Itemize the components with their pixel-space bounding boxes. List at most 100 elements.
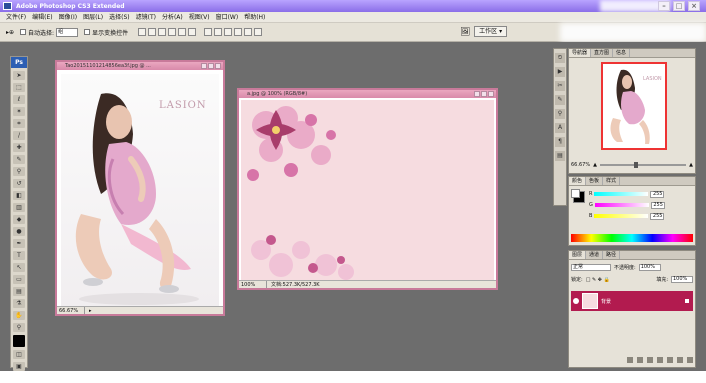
color-swatches-icon[interactable]	[13, 335, 25, 347]
green-slider[interactable]	[594, 203, 649, 207]
red-slider[interactable]	[594, 192, 649, 196]
close-button[interactable]: ×	[688, 1, 700, 11]
adjustment-layer-icon[interactable]	[657, 357, 663, 363]
screen-mode-icon[interactable]: ▣	[13, 362, 25, 371]
foreground-color-swatch[interactable]	[571, 189, 580, 198]
healing-brush-icon[interactable]: ✚	[13, 143, 25, 152]
menu-layer[interactable]: 图层(L)	[83, 12, 103, 22]
minimize-button[interactable]	[201, 63, 207, 69]
document-size-info[interactable]: 文档:527.3K/527.3K	[267, 281, 320, 288]
minimize-button[interactable]	[474, 91, 480, 97]
maximize-button[interactable]	[481, 91, 487, 97]
menu-window[interactable]: 窗口(W)	[216, 12, 239, 22]
menu-image[interactable]: 图像(I)	[59, 12, 77, 22]
delete-layer-icon[interactable]	[687, 357, 693, 363]
tab-layers[interactable]: 图层	[569, 251, 587, 259]
tab-channels[interactable]: 通道	[586, 251, 604, 259]
slice-tool-icon[interactable]: /	[13, 131, 25, 140]
align-middle-icon[interactable]	[148, 28, 157, 36]
lasso-tool-icon[interactable]: ℓ	[13, 95, 25, 104]
paragraph-icon[interactable]: ¶	[555, 137, 565, 147]
close-button[interactable]	[488, 91, 494, 97]
blue-slider[interactable]	[594, 214, 649, 218]
auto-select-checkbox[interactable]	[20, 29, 27, 35]
clone-source-icon[interactable]: ⚲	[555, 109, 565, 119]
minimize-button[interactable]: –	[658, 1, 670, 11]
menu-filter[interactable]: 滤镜(T)	[136, 12, 156, 22]
tool-presets-icon[interactable]: ✂	[555, 81, 565, 91]
align-top-icon[interactable]	[138, 28, 147, 36]
history-brush-icon[interactable]: ↺	[13, 179, 25, 188]
menu-analysis[interactable]: 分析(A)	[162, 12, 183, 22]
crop-tool-icon[interactable]: ⌗	[13, 119, 25, 128]
move-tool-icon[interactable]: ▸⊕	[6, 29, 14, 36]
eraser-tool-icon[interactable]: ◧	[13, 191, 25, 200]
photo-canvas[interactable]: LASION	[61, 74, 219, 306]
dodge-tool-icon[interactable]: ●	[13, 227, 25, 236]
opacity-input[interactable]: 100%	[638, 264, 661, 271]
zoom-out-icon[interactable]: ▲	[593, 162, 597, 168]
layer-style-icon[interactable]	[637, 357, 643, 363]
magic-wand-tool-icon[interactable]: ✶	[13, 107, 25, 116]
notes-tool-icon[interactable]: ▤	[13, 287, 25, 296]
quick-mask-icon[interactable]: ◫	[13, 350, 25, 359]
blend-mode-dropdown[interactable]: 正常	[571, 264, 611, 271]
eye-icon[interactable]	[573, 298, 579, 304]
lock-icons[interactable]: □ ✎ ✥ 🔒	[586, 277, 610, 283]
maximize-button[interactable]	[208, 63, 214, 69]
maximize-button[interactable]: □	[673, 1, 685, 11]
eyedropper-tool-icon[interactable]: ⚗	[13, 299, 25, 308]
new-layer-icon[interactable]	[677, 357, 683, 363]
show-transform-checkbox[interactable]	[84, 29, 91, 35]
history-icon[interactable]: ⏲	[555, 53, 565, 63]
menu-file[interactable]: 文件(F)	[6, 12, 26, 22]
tab-swatches[interactable]: 色板	[586, 177, 604, 185]
navigator-zoom[interactable]: 66.67%	[571, 162, 590, 168]
character-icon[interactable]: A	[555, 123, 565, 133]
zoom-in-icon[interactable]: ▲	[689, 162, 693, 168]
layer-comps-icon[interactable]: ▤	[555, 151, 565, 161]
blur-tool-icon[interactable]: ◆	[13, 215, 25, 224]
workspace-dropdown[interactable]: 工作区 ▾	[474, 26, 508, 37]
blue-value[interactable]: 255	[650, 212, 665, 220]
tab-histogram[interactable]: 直方图	[591, 49, 614, 57]
brushes-icon[interactable]: ✎	[555, 95, 565, 105]
align-left-icon[interactable]	[168, 28, 177, 36]
marquee-tool-icon[interactable]: ⬚	[13, 83, 25, 92]
red-value[interactable]: 255	[650, 190, 665, 198]
document-window-background[interactable]: a.jpg @ 100% (RGB/8#) 100% 文档:527.3K/527…	[237, 88, 498, 290]
distribute-bottom-icon[interactable]	[224, 28, 233, 36]
hand-tool-icon[interactable]: ✋	[13, 311, 25, 320]
bridge-icon[interactable]: 🖼	[460, 27, 470, 36]
zoom-level[interactable]: 66.67%	[57, 307, 85, 314]
move-tool-icon[interactable]: ➤	[13, 71, 25, 80]
floral-canvas[interactable]	[241, 100, 494, 282]
distribute-middle-icon[interactable]	[214, 28, 223, 36]
zoom-level[interactable]: 100%	[239, 281, 267, 288]
color-spectrum[interactable]	[571, 234, 693, 242]
menu-select[interactable]: 选择(S)	[109, 12, 130, 22]
menu-edit[interactable]: 编辑(E)	[32, 12, 52, 22]
document-window-photo[interactable]: Tao20151101214856ea3f.jpg @ ... LASION 6…	[55, 60, 225, 316]
zoom-slider-knob[interactable]	[634, 162, 639, 168]
link-layers-icon[interactable]	[627, 357, 633, 363]
status-arrow-icon[interactable]: ▸	[85, 307, 92, 314]
tab-navigator[interactable]: 导航器	[569, 49, 592, 57]
distribute-top-icon[interactable]	[204, 28, 213, 36]
distribute-left-icon[interactable]	[234, 28, 243, 36]
distribute-center-icon[interactable]	[244, 28, 253, 36]
fill-input[interactable]: 100%	[671, 276, 693, 283]
path-selection-icon[interactable]: ↖	[13, 263, 25, 272]
tab-paths[interactable]: 路径	[603, 251, 621, 259]
zoom-slider[interactable]	[599, 162, 687, 168]
clone-stamp-icon[interactable]: ⚲	[13, 167, 25, 176]
gradient-tool-icon[interactable]: ▥	[13, 203, 25, 212]
tab-info[interactable]: 信息	[613, 49, 631, 57]
green-value[interactable]: 255	[650, 201, 665, 209]
auto-select-dropdown[interactable]: 组	[56, 27, 79, 37]
menu-help[interactable]: 帮助(H)	[244, 12, 265, 22]
align-center-icon[interactable]	[178, 28, 187, 36]
distribute-right-icon[interactable]	[254, 28, 263, 36]
brush-tool-icon[interactable]: ✎	[13, 155, 25, 164]
new-group-icon[interactable]	[667, 357, 673, 363]
